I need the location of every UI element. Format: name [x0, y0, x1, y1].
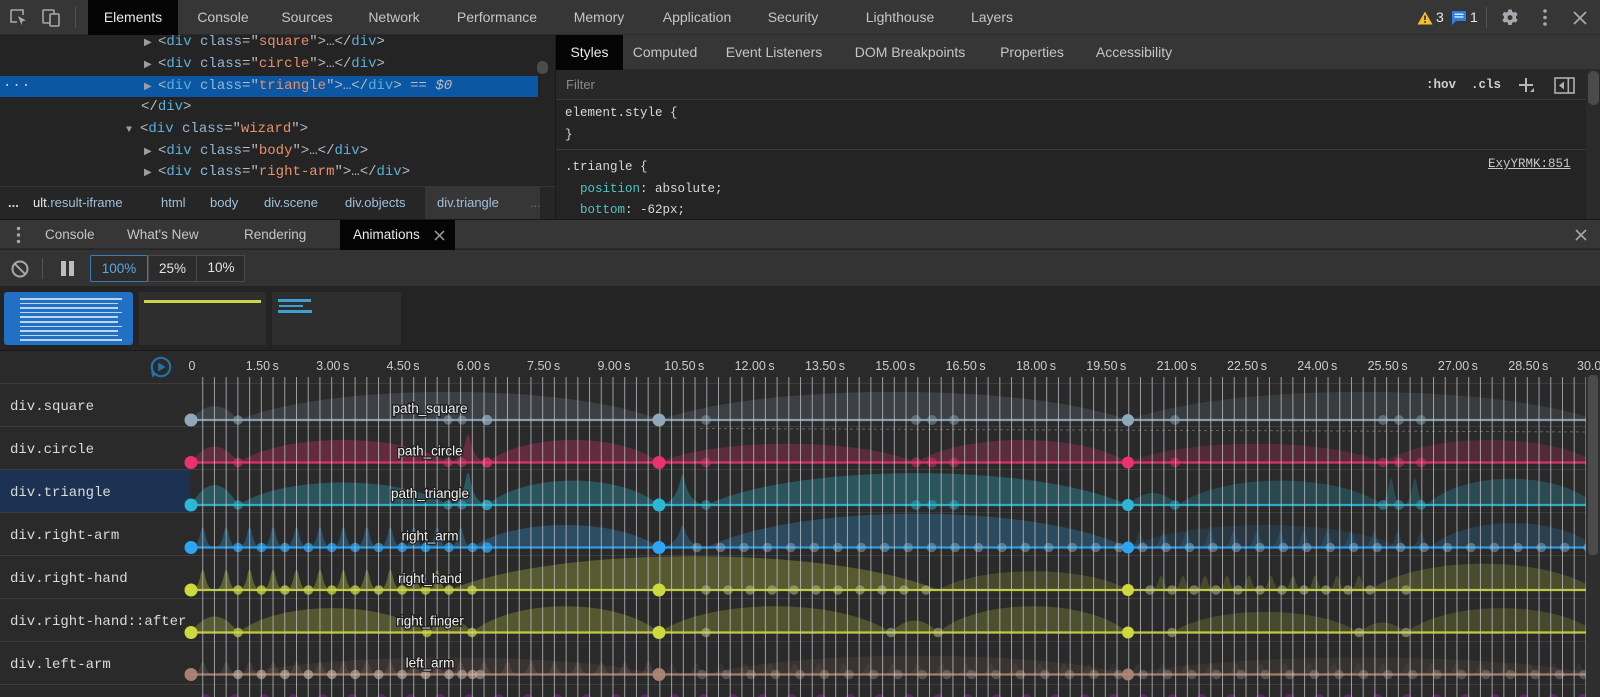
svg-text:30.0: 30.0	[1577, 359, 1600, 373]
svg-text:div.triangle: div.triangle	[10, 485, 111, 501]
svg-text:div.right-arm: div.right-arm	[10, 528, 119, 544]
svg-text:12.00 s: 12.00 s	[735, 359, 775, 373]
svg-text:path_square: path_square	[392, 401, 467, 416]
svg-text:right_arm: right_arm	[401, 529, 458, 544]
svg-text:0: 0	[189, 359, 196, 373]
svg-text:21.00 s: 21.00 s	[1157, 359, 1197, 373]
svg-text:div.left-arm: div.left-arm	[10, 657, 111, 673]
svg-text:15.00 s: 15.00 s	[875, 359, 915, 373]
svg-text:18.00 s: 18.00 s	[1016, 359, 1056, 373]
svg-text:13.50 s: 13.50 s	[805, 359, 845, 373]
svg-text:19.50 s: 19.50 s	[1086, 359, 1126, 373]
svg-text:4.50 s: 4.50 s	[386, 359, 419, 373]
svg-text:div.circle: div.circle	[10, 442, 94, 458]
svg-text:path_triangle: path_triangle	[391, 486, 469, 501]
svg-text:right_finger: right_finger	[396, 614, 464, 629]
svg-text:16.50 s: 16.50 s	[946, 359, 986, 373]
svg-text:right_hand: right_hand	[398, 571, 462, 586]
svg-text:3.00 s: 3.00 s	[316, 359, 349, 373]
svg-text:27.00 s: 27.00 s	[1438, 359, 1478, 373]
svg-text:10.50 s: 10.50 s	[664, 359, 704, 373]
svg-text:1.50 s: 1.50 s	[246, 359, 279, 373]
svg-text:left_arm: left_arm	[406, 656, 455, 671]
svg-text:28.50 s: 28.50 s	[1508, 359, 1548, 373]
svg-text:div.square: div.square	[10, 399, 94, 415]
svg-text:div.right-hand::after: div.right-hand::after	[10, 614, 186, 630]
svg-text:6.00 s: 6.00 s	[457, 359, 490, 373]
svg-text:22.50 s: 22.50 s	[1227, 359, 1267, 373]
svg-text:24.00 s: 24.00 s	[1297, 359, 1337, 373]
svg-text:7.50 s: 7.50 s	[527, 359, 560, 373]
svg-text:path_circle: path_circle	[397, 444, 462, 459]
svg-text:9.00 s: 9.00 s	[597, 359, 630, 373]
svg-text:25.50 s: 25.50 s	[1368, 359, 1408, 373]
svg-text:div.right-hand: div.right-hand	[10, 571, 128, 587]
